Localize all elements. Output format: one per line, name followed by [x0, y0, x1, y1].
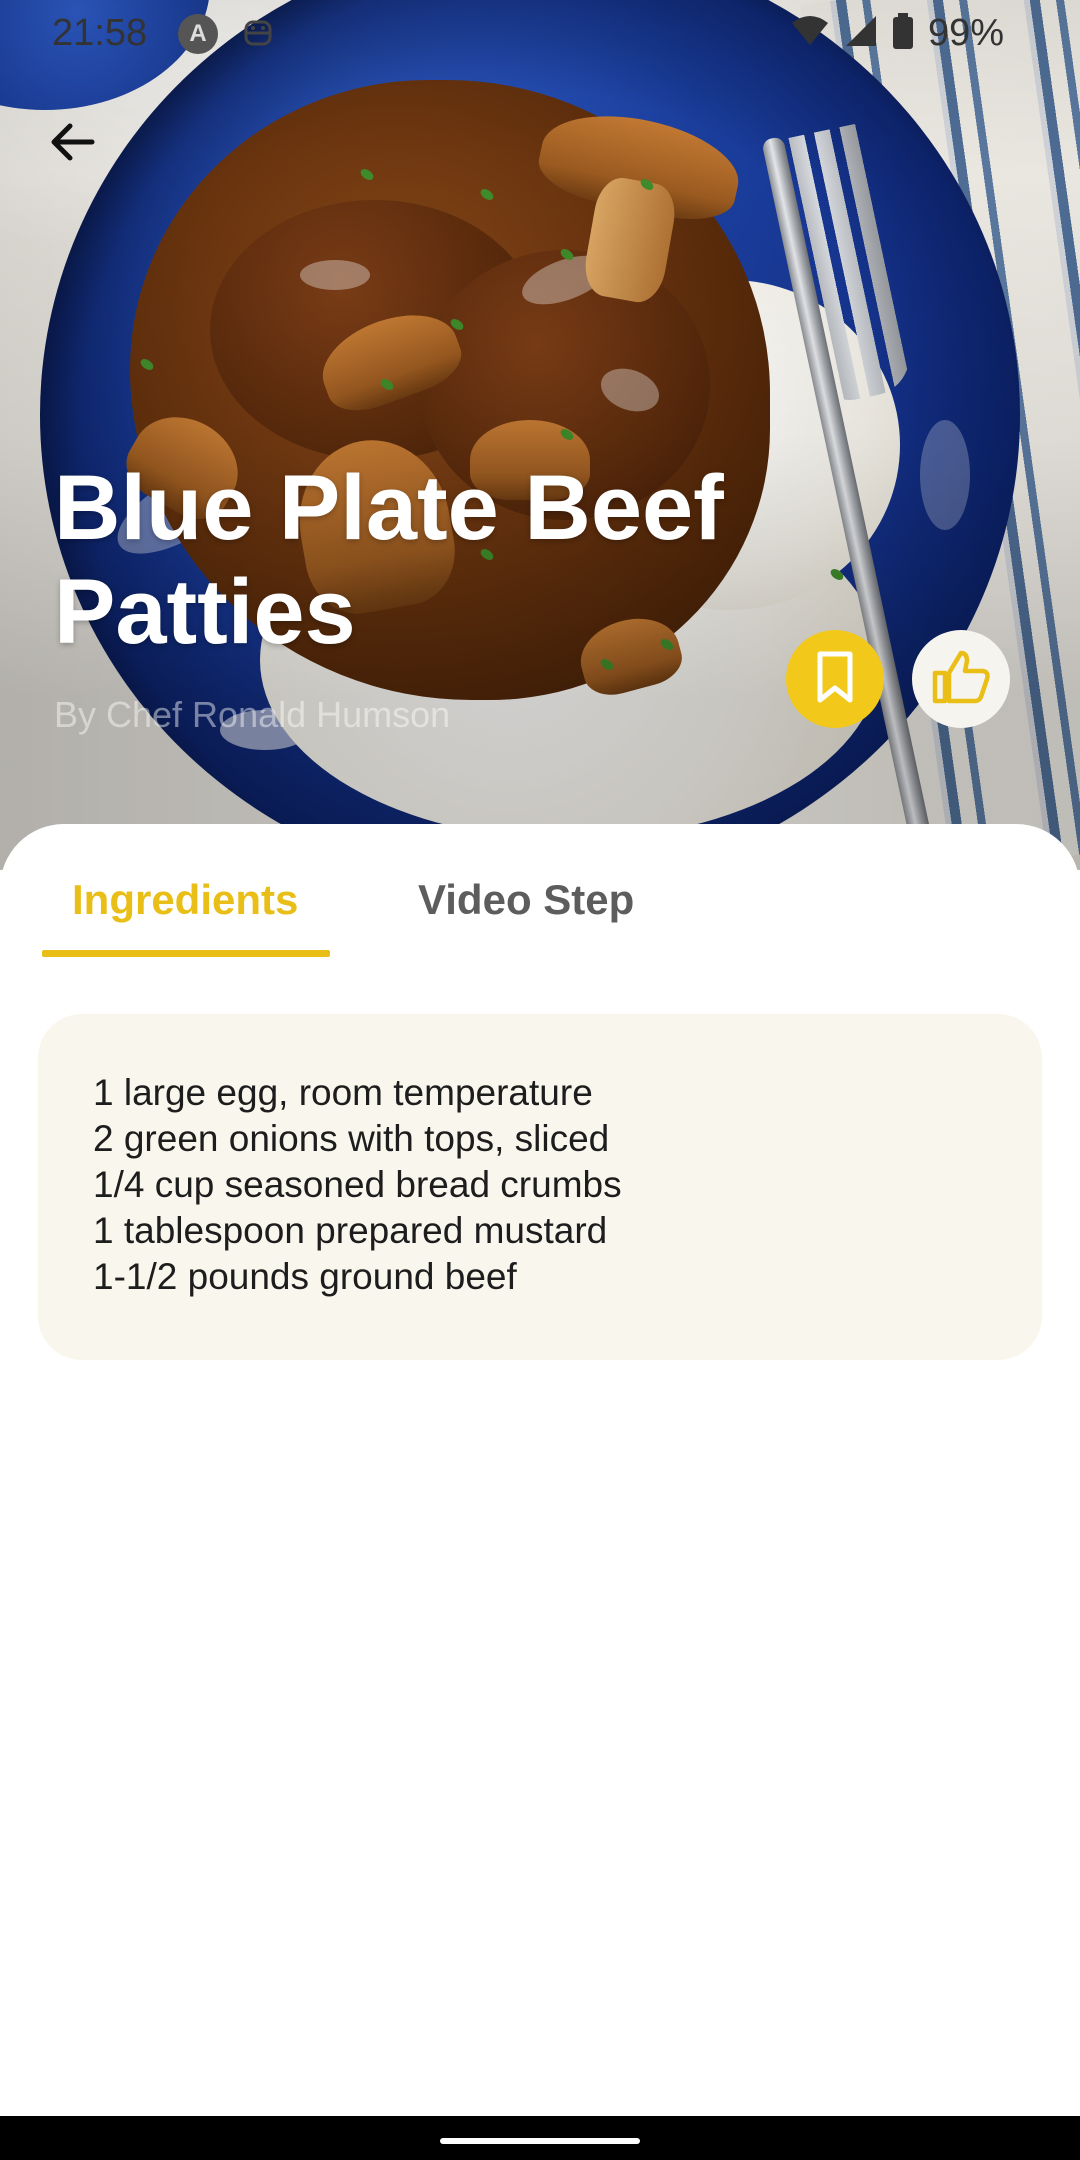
tab-bar: Ingredients Video Step [0, 824, 1080, 959]
wifi-icon [790, 15, 830, 52]
recipe-detail-screen: 21:58 A 99% Blue Plate Beef Patties By C… [0, 0, 1080, 2160]
ingredient-item: 1 tablespoon prepared mustard [93, 1210, 608, 1251]
like-button[interactable] [912, 630, 1010, 728]
tab-ingredients[interactable]: Ingredients [72, 876, 298, 924]
status-time: 21:58 [52, 12, 148, 54]
ingredient-item: 1-1/2 pounds ground beef [93, 1256, 517, 1297]
ingredient-item: 1 large egg, room temperature [93, 1072, 593, 1113]
recipe-hero-image [0, 0, 1080, 870]
ingredient-item: 2 green onions with tops, sliced [93, 1118, 610, 1159]
battery-icon [892, 13, 914, 54]
thumbs-up-icon [931, 649, 991, 710]
system-nav-bar [0, 2116, 1080, 2160]
battery-percent: 99% [927, 12, 1004, 54]
bookmark-icon [812, 650, 858, 709]
recipe-title: Blue Plate Beef Patties [54, 457, 724, 663]
back-button[interactable] [40, 112, 104, 176]
home-gesture-handle[interactable] [440, 2138, 640, 2144]
bookmark-button[interactable] [786, 630, 884, 728]
recipe-author: By Chef Ronald Humson [54, 694, 451, 735]
tab-video-step[interactable]: Video Step [418, 876, 634, 924]
tab-indicator [42, 950, 330, 957]
arrow-left-icon [48, 118, 96, 171]
cell-signal-icon [844, 14, 878, 53]
recipe-content-sheet: Ingredients Video Step 1 large egg, room… [0, 824, 1080, 2116]
status-bar: 21:58 A 99% [0, 0, 1080, 66]
ingredients-card: 1 large egg, room temperature 2 green on… [38, 1014, 1042, 1360]
robot-icon [242, 16, 274, 50]
a-circle-icon: A [178, 14, 218, 54]
ingredient-item: 1/4 cup seasoned bread crumbs [93, 1164, 622, 1205]
